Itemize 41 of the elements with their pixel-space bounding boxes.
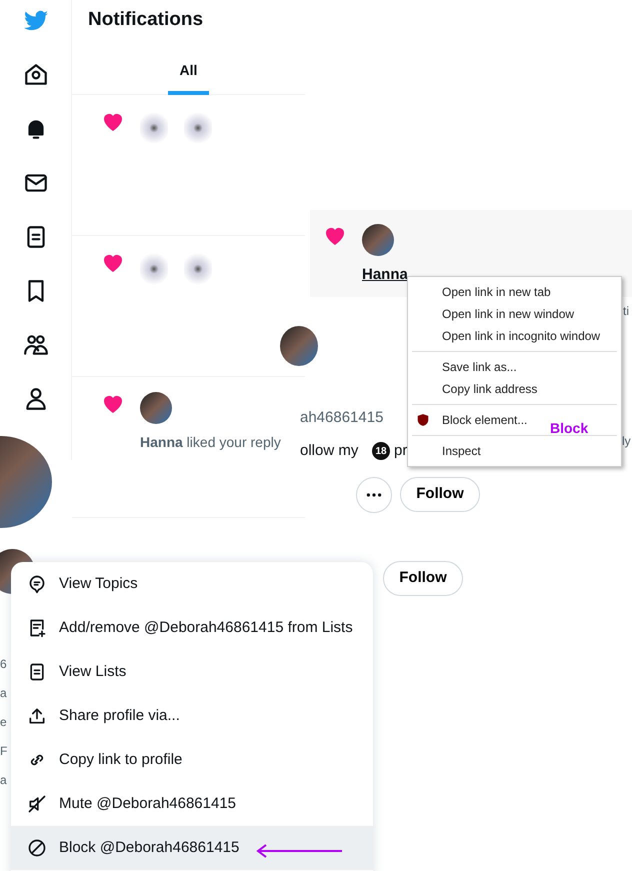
share-icon	[27, 706, 47, 726]
bio-text: ollow my	[300, 441, 358, 461]
text-fragment: ly	[622, 433, 631, 450]
user-link[interactable]: Hanna	[362, 264, 408, 286]
menu-item[interactable]: Save link as...	[442, 358, 517, 376]
speech-bubble-icon	[27, 574, 47, 594]
more-icon	[366, 493, 382, 497]
menu-item[interactable]: Open link in new window	[442, 305, 574, 323]
menu-item[interactable]: View Lists	[11, 650, 373, 694]
page-title: Notifications	[87, 8, 204, 32]
avatar	[362, 224, 394, 256]
text-fragment: ti	[623, 303, 629, 320]
menu-item[interactable]: View Topics	[11, 562, 373, 606]
menu-item[interactable]: Inspect	[442, 442, 481, 460]
menu-item[interactable]: Add/remove @Deborah46861415 from Lists	[11, 606, 373, 650]
tab[interactable]: All	[168, 50, 210, 95]
follow-button[interactable]: Follow	[383, 561, 463, 596]
text-fragment: a	[0, 772, 7, 789]
menu-item[interactable]: Mute @Deborah46861415	[11, 782, 373, 826]
shield-icon	[416, 413, 430, 427]
menu-item[interactable]: Share profile via...	[11, 694, 373, 738]
text-fragment: a	[0, 685, 7, 702]
menu-item[interactable]: Copy link to profile	[11, 738, 373, 782]
text-fragment: e	[0, 714, 7, 731]
block-icon	[27, 838, 47, 858]
menu-item[interactable]: Block @Deborah46861415	[11, 826, 373, 870]
follow-button[interactable]: Follow	[400, 477, 480, 512]
home-icon[interactable]	[22, 62, 48, 88]
text-fragment: 6	[0, 656, 7, 673]
muted-speaker-icon	[27, 794, 47, 814]
menu-item[interactable]: Copy link address	[442, 380, 538, 398]
menu-item[interactable]: Open link in incognito window	[442, 327, 600, 345]
annotation-text: Block	[550, 419, 588, 438]
text-fragment: F	[0, 743, 8, 760]
username-text: ah46861415	[300, 408, 384, 428]
age-badge: 18	[372, 442, 390, 460]
menu-item[interactable]: Block element...	[442, 411, 528, 429]
bio-text: pr	[394, 441, 408, 461]
notification-text: Hanna liked your reply	[140, 432, 281, 452]
avatar	[140, 392, 172, 424]
menu-item[interactable]: Open link in new tab	[442, 283, 551, 301]
